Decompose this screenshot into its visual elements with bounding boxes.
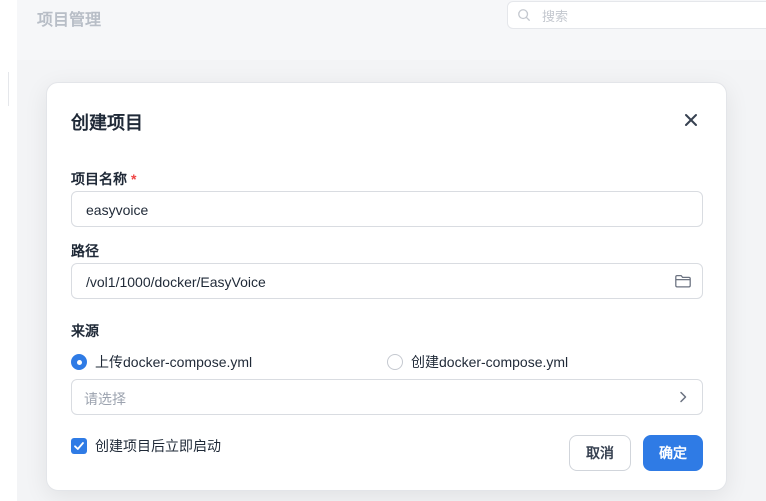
chevron-right-icon: [680, 391, 687, 403]
auto-start-checkbox[interactable]: [71, 438, 87, 454]
radio-create-compose[interactable]: 创建docker-compose.yml: [387, 353, 568, 371]
cancel-button[interactable]: 取消: [569, 435, 631, 471]
check-icon: [74, 442, 84, 450]
project-name-label-text: 项目名称: [71, 171, 127, 187]
select-placeholder: 请选择: [84, 391, 126, 407]
project-name-input[interactable]: [84, 199, 668, 221]
path-field[interactable]: [71, 263, 703, 299]
compose-file-select[interactable]: 请选择: [71, 379, 703, 415]
auto-start-label: 创建项目后立即启动: [95, 438, 221, 454]
folder-icon[interactable]: [674, 272, 692, 290]
close-icon[interactable]: [681, 110, 701, 130]
search-input[interactable]: [540, 5, 744, 27]
sidebar-tab[interactable]: [0, 72, 9, 106]
required-mark: *: [131, 171, 137, 187]
source-label: 来源: [71, 323, 99, 339]
radio-create-label: 创建docker-compose.yml: [411, 354, 569, 370]
path-label: 路径: [71, 243, 99, 259]
radio-upload-compose[interactable]: 上传docker-compose.yml: [71, 353, 252, 371]
dialog-title: 创建项目: [71, 113, 143, 133]
radio-checked-icon[interactable]: [71, 354, 87, 370]
radio-unchecked-icon[interactable]: [387, 354, 403, 370]
project-name-field[interactable]: [71, 191, 703, 227]
page-title: 项目管理: [37, 12, 102, 29]
search-box[interactable]: [507, 1, 766, 29]
auto-start-checkbox-row[interactable]: 创建项目后立即启动: [71, 437, 221, 455]
create-project-dialog: 创建项目 项目名称* 路径 来源 上传docker-compose.yml 创建…: [46, 82, 727, 491]
project-name-label: 项目名称 *: [71, 169, 136, 189]
search-icon: [518, 9, 530, 21]
radio-upload-label: 上传docker-compose.yml: [95, 354, 253, 370]
confirm-button[interactable]: 确定: [643, 435, 703, 471]
path-input[interactable]: [84, 271, 668, 293]
